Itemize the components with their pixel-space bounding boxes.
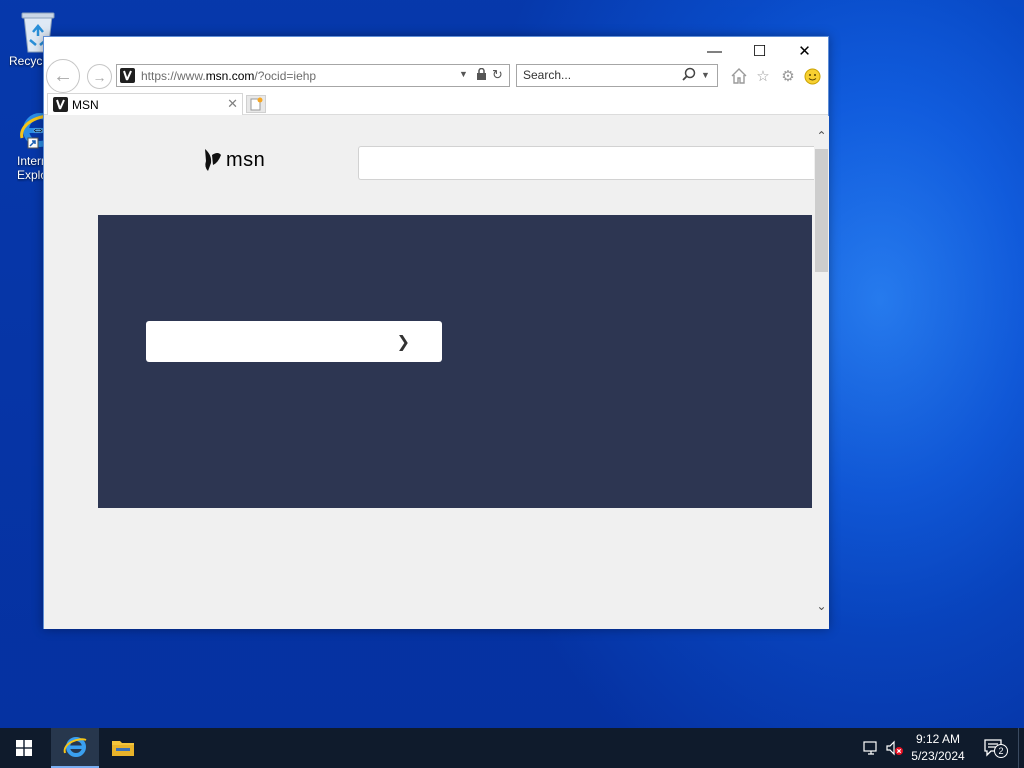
msn-favicon bbox=[120, 68, 135, 83]
scroll-up-icon[interactable]: ⌃ bbox=[814, 126, 829, 146]
scroll-thumb[interactable] bbox=[815, 149, 828, 272]
msn-logo-text: msn bbox=[226, 148, 266, 171]
browser-search-box[interactable]: ▼ bbox=[516, 64, 718, 87]
show-desktop-button[interactable] bbox=[1018, 728, 1024, 768]
close-button[interactable]: ✕ bbox=[782, 39, 827, 65]
tab-title: MSN bbox=[72, 98, 99, 112]
scroll-down-icon[interactable]: ⌄ bbox=[814, 596, 829, 616]
msn-tab-favicon bbox=[53, 97, 68, 112]
browser-search-input[interactable] bbox=[523, 68, 673, 82]
feedback-smiley-icon[interactable] bbox=[802, 66, 822, 86]
tab-close-icon[interactable]: ✕ bbox=[227, 96, 238, 112]
taskbar-internet-explorer[interactable] bbox=[51, 728, 99, 768]
search-icon[interactable] bbox=[681, 67, 697, 86]
resize-cursor-icon: ⇔ bbox=[31, 121, 45, 137]
address-url: https://www.msn.com/?ocid=iehp bbox=[141, 69, 317, 83]
back-button[interactable]: ← bbox=[46, 59, 80, 93]
minimize-button[interactable]: — bbox=[692, 39, 737, 65]
hero-cta-button[interactable]: ❯ bbox=[146, 321, 442, 362]
volume-muted-icon[interactable] bbox=[885, 738, 905, 758]
lock-icon[interactable] bbox=[476, 67, 487, 84]
taskbar-file-explorer[interactable] bbox=[99, 728, 147, 768]
address-bar[interactable]: https://www.msn.com/?ocid=iehp ▼ ↻ bbox=[116, 64, 510, 87]
network-icon[interactable] bbox=[861, 738, 881, 758]
tab-msn[interactable]: MSN ✕ bbox=[47, 93, 243, 115]
title-bar: — ☐ ✕ ← → https://www.msn.com/?ocid=iehp… bbox=[44, 37, 828, 93]
clock-time: 9:12 AM bbox=[915, 732, 961, 746]
msn-search-input[interactable] bbox=[358, 146, 814, 180]
page-content: msn ❯ bbox=[44, 116, 814, 629]
home-icon[interactable] bbox=[729, 66, 749, 86]
start-button[interactable] bbox=[0, 728, 48, 768]
msn-logo[interactable]: msn bbox=[202, 145, 265, 175]
dropdown-arrow-icon[interactable]: ▼ bbox=[459, 69, 468, 79]
internet-explorer-label: Internet Explorer bbox=[17, 154, 45, 182]
notification-center-button[interactable]: 2 bbox=[982, 738, 1008, 758]
vertical-scrollbar[interactable]: ⌃ ⌄ bbox=[814, 116, 829, 629]
clock-date: 5/23/2024 bbox=[911, 749, 965, 763]
forward-arrow-icon: → bbox=[92, 68, 107, 85]
maximize-button[interactable]: ☐ bbox=[737, 39, 782, 65]
favorites-star-icon[interactable]: ☆ bbox=[753, 66, 773, 86]
windows-logo-icon bbox=[16, 740, 32, 756]
internet-explorer-window: — ☐ ✕ ← → https://www.msn.com/?ocid=iehp… bbox=[43, 36, 829, 629]
taskbar-clock[interactable]: 9:12 AM 5/23/2024 bbox=[906, 731, 970, 765]
msn-butterfly-icon bbox=[205, 149, 221, 171]
notification-count-badge: 2 bbox=[994, 744, 1008, 758]
new-tab-button[interactable] bbox=[246, 95, 266, 113]
search-dropdown-icon[interactable]: ▼ bbox=[701, 70, 710, 80]
hero-banner: ❯ bbox=[98, 215, 812, 508]
chevron-right-icon: ❯ bbox=[396, 334, 410, 351]
gear-icon[interactable]: ⚙ bbox=[778, 66, 798, 86]
internet-explorer-icon bbox=[63, 737, 87, 757]
folder-icon bbox=[112, 741, 134, 756]
tab-row: MSN ✕ bbox=[44, 93, 828, 115]
back-arrow-icon: ← bbox=[53, 64, 73, 87]
taskbar: 9:12 AM 5/23/2024 2 bbox=[0, 728, 1024, 768]
forward-button[interactable]: → bbox=[87, 64, 112, 89]
refresh-icon[interactable]: ↻ bbox=[492, 67, 503, 83]
